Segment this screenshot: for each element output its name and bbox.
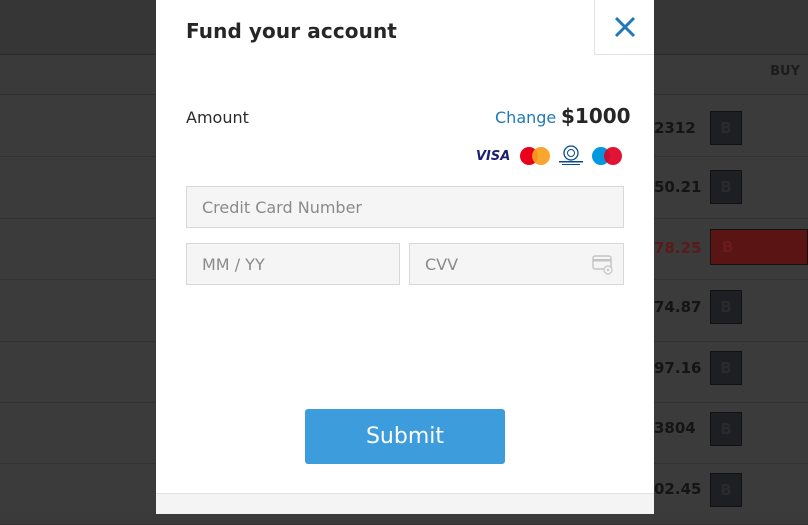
fund-account-modal: Fund your account Amount Change $1000 VI… <box>156 0 654 514</box>
buy-column-header: BUY <box>770 64 800 79</box>
price-value: 50.21 <box>654 178 702 196</box>
buy-button[interactable]: B <box>710 111 742 145</box>
card-number-field[interactable] <box>186 186 624 228</box>
close-icon <box>614 16 635 38</box>
card-number-input[interactable] <box>202 187 623 227</box>
mastercard-logo <box>520 146 551 166</box>
close-button[interactable] <box>594 0 654 55</box>
visa-logo: VISA <box>476 148 511 164</box>
amount-value: $1000 <box>561 104 631 128</box>
buy-button[interactable]: B <box>710 290 742 324</box>
buy-button[interactable]: B <box>710 412 742 446</box>
submit-button[interactable]: Submit <box>305 409 505 464</box>
price-value: 02.45 <box>654 480 702 498</box>
modal-footer <box>156 493 654 514</box>
buy-button[interactable]: B <box>710 351 742 385</box>
price-value: 97.16 <box>654 359 702 377</box>
maestro-logo <box>592 146 623 166</box>
cvv-field[interactable] <box>409 243 624 285</box>
price-value: 74.87 <box>654 298 702 316</box>
price-value: 2312 <box>654 119 696 137</box>
buy-button[interactable]: B <box>710 473 742 507</box>
expiry-field[interactable] <box>186 243 400 285</box>
amount-label: Amount <box>186 108 249 127</box>
expiry-input[interactable] <box>202 244 399 284</box>
modal-title: Fund your account <box>186 19 397 43</box>
price-value: 3804 <box>654 419 696 437</box>
buy-button[interactable]: B <box>710 229 808 265</box>
buy-button[interactable]: B <box>710 170 742 204</box>
card-cvv-icon <box>592 255 613 275</box>
accepted-cards: VISA <box>476 145 623 167</box>
change-amount-link[interactable]: Change <box>495 108 556 127</box>
price-value: 78.25 <box>654 239 702 257</box>
diners-club-logo <box>556 145 586 167</box>
